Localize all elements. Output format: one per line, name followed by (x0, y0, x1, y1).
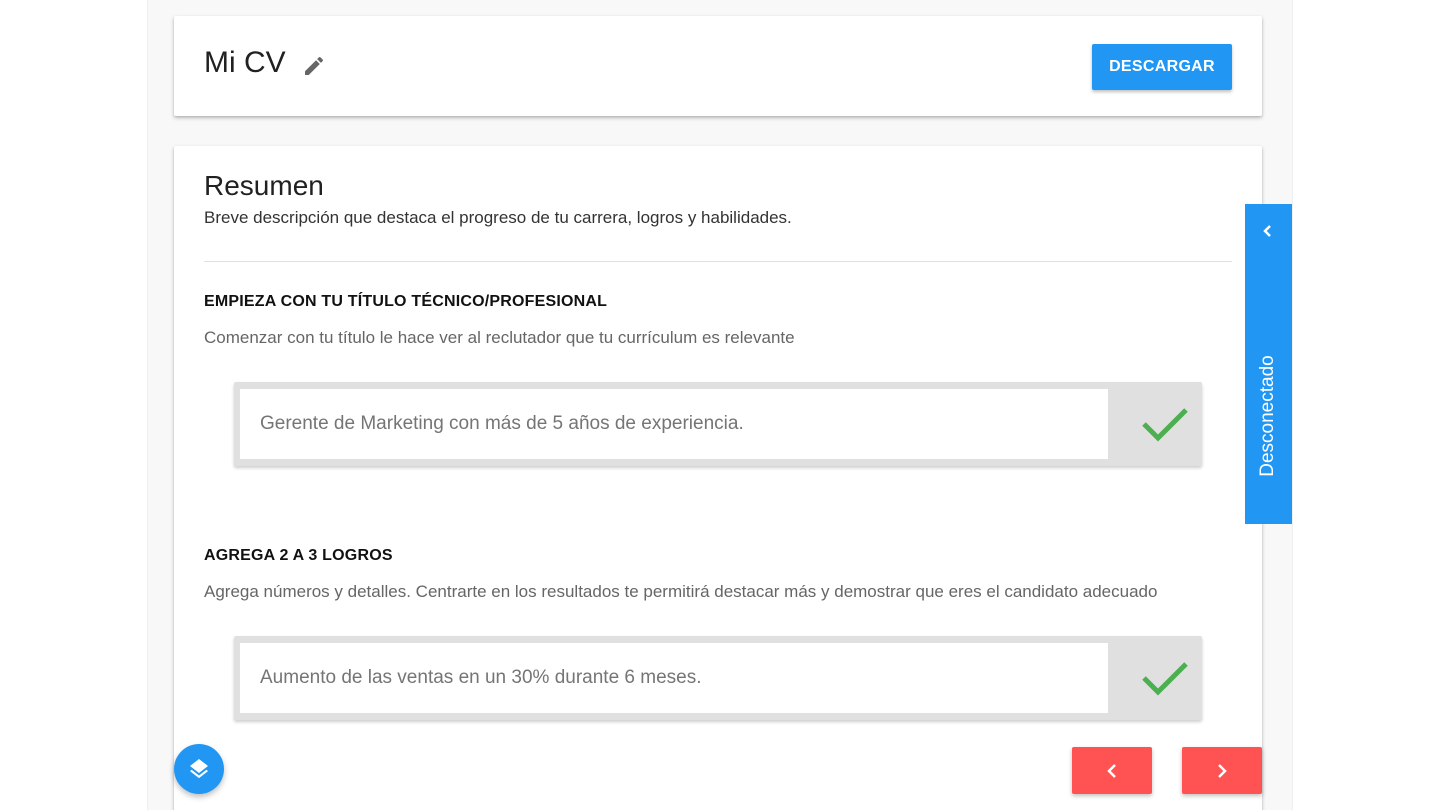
pencil-icon[interactable] (302, 54, 326, 78)
example-text: Aumento de las ventas en un 30% durante … (260, 667, 702, 688)
example-suggestion[interactable]: Aumento de las ventas en un 30% durante … (234, 636, 1202, 720)
check-icon[interactable] (1140, 404, 1190, 444)
connection-status-tab[interactable]: Desconectado (1245, 204, 1292, 524)
connection-status-label: Desconectado (1257, 355, 1278, 477)
example-text-container: Aumento de las ventas en un 30% durante … (240, 643, 1108, 713)
check-icon[interactable] (1140, 658, 1190, 698)
download-button[interactable]: DESCARGAR (1092, 44, 1232, 90)
example-text: Gerente de Marketing con más de 5 años d… (260, 413, 744, 434)
tip-heading: AGREGA 2 A 3 LOGROS (204, 547, 393, 564)
summary-card: Resumen Breve descripción que destaca el… (174, 146, 1262, 810)
tip-text: Comenzar con tu título le hace ver al re… (204, 328, 795, 347)
tip-heading: EMPIEZA CON TU TÍTULO TÉCNICO/PROFESIONA… (204, 293, 608, 310)
chevron-right-icon (1218, 764, 1227, 778)
section-description: Breve descripción que destaca el progres… (204, 208, 792, 227)
previous-button[interactable] (1072, 747, 1152, 794)
layers-icon (190, 759, 208, 779)
cv-title: Mi CV (204, 46, 286, 79)
chevron-left-icon (1107, 764, 1116, 778)
tip-text: Agrega números y detalles. Centrarte en … (204, 582, 1158, 601)
divider (204, 261, 1232, 262)
chevron-left-icon[interactable] (1259, 222, 1277, 240)
section-title: Resumen (204, 170, 324, 201)
next-button[interactable] (1182, 747, 1262, 794)
example-suggestion[interactable]: Gerente de Marketing con más de 5 años d… (234, 382, 1202, 466)
header-card: Mi CV DESCARGAR (174, 16, 1262, 116)
example-text-container: Gerente de Marketing con más de 5 años d… (240, 389, 1108, 459)
layers-fab-button[interactable] (174, 744, 224, 794)
